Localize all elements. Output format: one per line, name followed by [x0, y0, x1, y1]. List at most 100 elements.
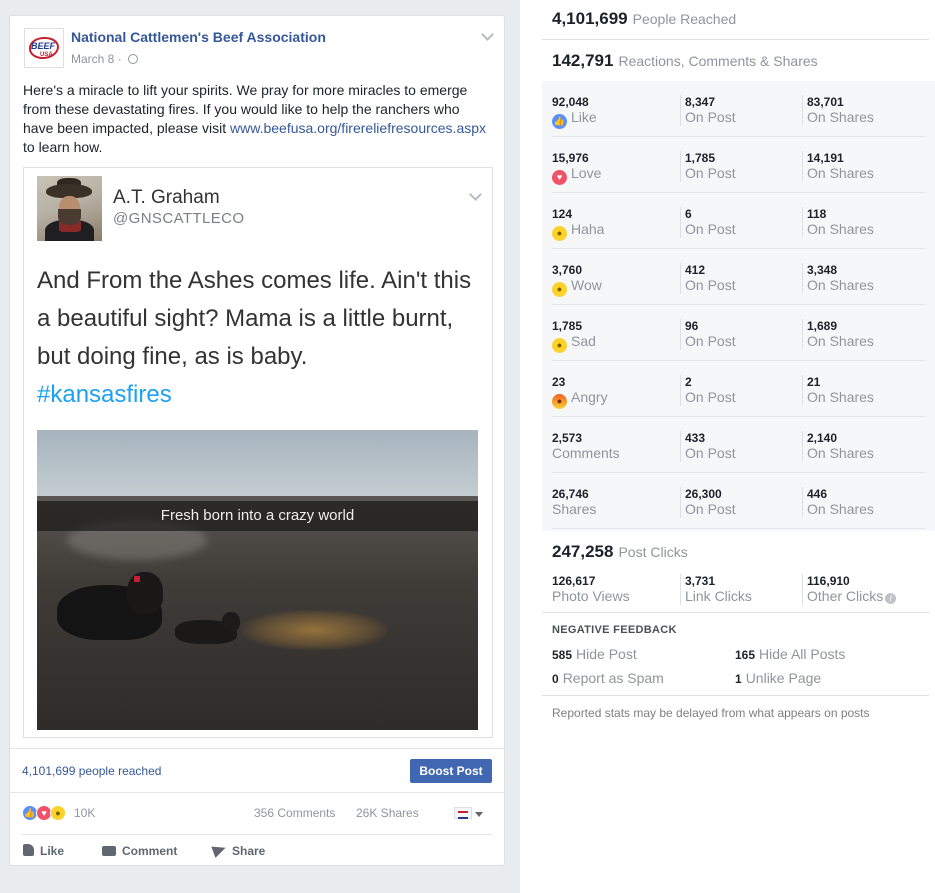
love-reaction-icon: ♥	[552, 170, 567, 185]
post-options-chevron-icon[interactable]	[481, 28, 494, 41]
angry-reaction-icon: ●	[552, 394, 567, 409]
reactions-count[interactable]: 10K	[74, 805, 95, 821]
on-post-value: 1,785	[685, 151, 716, 165]
share-button-label: Share	[232, 844, 266, 858]
reaction-icons[interactable]: 👍 ♥ ●	[22, 805, 74, 821]
post-as-flag-icon[interactable]	[454, 807, 472, 819]
info-icon[interactable]: i	[885, 593, 897, 604]
other-clicks-label: Other Clicks	[807, 588, 884, 604]
report-spam-label: Report as Spam	[562, 670, 664, 686]
metric-name: Sad	[571, 333, 596, 349]
total-value: 92,048	[552, 95, 589, 109]
post-date[interactable]: March 8	[71, 52, 114, 66]
on-shares-stat: 3,348 On Shares	[802, 263, 874, 294]
comments-count[interactable]: 356 Comments	[254, 805, 335, 821]
logo-subtext: USA	[40, 52, 53, 58]
globe-icon	[128, 54, 139, 64]
metric-name: Angry	[571, 389, 608, 405]
on-shares-value: 21	[807, 375, 821, 389]
total-label: ● Wow	[552, 277, 602, 297]
people-reached-stat: 4,101,699 People Reached	[552, 9, 736, 29]
total-stat: 3,760 ● Wow	[552, 263, 602, 297]
on-post-label: On Post	[685, 389, 736, 405]
breakdown-row-love: 15,976 ♥ Love 1,785 On Post 14,191 On Shares	[542, 137, 935, 193]
breakdown-row-comments: 2,573 Comments 433 On Post 2,140 On Shares	[542, 417, 935, 473]
breakdown-row-angry: 23 ● Angry 2 On Post 21 On Shares	[542, 361, 935, 417]
on-post-stat: 2 On Post	[680, 375, 736, 406]
total-value: 2,573	[552, 431, 583, 445]
breakdown-row-haha: 124 ● Haha 6 On Post 118 On Shares	[542, 193, 935, 249]
on-post-label: On Post	[685, 221, 736, 237]
caption-text-end: to learn how.	[23, 139, 103, 155]
engagement-value: 142,791	[552, 51, 614, 70]
on-post-value: 433	[685, 431, 706, 445]
on-shares-stat: 14,191 On Shares	[802, 151, 874, 182]
link-clicks-stat: 3,731 Link Clicks	[680, 574, 752, 605]
on-post-label: On Post	[685, 109, 736, 125]
on-post-value: 2	[685, 375, 692, 389]
shares-count[interactable]: 26K Shares	[356, 805, 419, 821]
total-stat: 2,573 Comments	[552, 431, 620, 462]
on-shares-label: On Shares	[807, 501, 874, 517]
photo-cow-head	[127, 572, 163, 614]
post-card: BEEF USA National Cattlemen's Beef Assoc…	[9, 15, 505, 866]
page-name-link[interactable]: National Cattlemen's Beef Association	[71, 29, 326, 45]
like-button-label: Like	[40, 844, 65, 858]
share-button[interactable]: Share	[211, 842, 266, 859]
on-post-label: On Post	[685, 277, 736, 293]
share-arrow-icon	[211, 842, 228, 858]
caption-link[interactable]: www.beefusa.org/firereliefresources.aspx	[230, 120, 486, 136]
on-shares-stat: 118 On Shares	[802, 207, 874, 238]
on-shares-value: 14,191	[807, 151, 844, 165]
author-name[interactable]: A.T. Graham	[113, 187, 220, 209]
other-clicks-label-wrap: Other Clicks i	[807, 588, 897, 605]
post-meta: March 8 ·	[71, 52, 139, 66]
tweet-hashtag[interactable]: #kansasfires	[37, 376, 477, 414]
photo-hay-patch	[242, 610, 387, 650]
on-post-value: 412	[685, 263, 706, 277]
link-clicks-label: Link Clicks	[685, 588, 752, 604]
insights-panel: 4,101,699 People Reached 142,791 Reactions…	[520, 0, 935, 893]
post-as-dropdown-icon[interactable]	[475, 812, 483, 817]
on-shares-stat: 2,140 On Shares	[802, 431, 874, 462]
divider	[542, 39, 929, 40]
divider	[542, 695, 929, 696]
people-reached-link[interactable]: 4,101,699 people reached	[22, 764, 161, 778]
boost-post-button[interactable]: Boost Post	[410, 759, 492, 783]
total-stat: 26,746 Shares	[552, 487, 596, 518]
total-label: ● Haha	[552, 221, 604, 241]
unlike-page-value: 1	[735, 672, 742, 686]
hide-post-label: Hide Post	[576, 646, 637, 662]
post-clicks-value: 247,258	[552, 542, 614, 561]
report-spam-value: 0	[552, 672, 559, 686]
page-logo[interactable]: BEEF USA	[24, 28, 64, 68]
wow-reaction-icon: ●	[552, 282, 567, 297]
metric-name: Love	[571, 165, 602, 181]
author-avatar[interactable]	[37, 176, 102, 241]
on-post-stat: 8,347 On Post	[680, 95, 736, 126]
on-shares-label: On Shares	[807, 333, 874, 349]
total-value: 1,785	[552, 319, 583, 333]
total-stat: 23 ● Angry	[552, 375, 608, 409]
photo-ear-tag	[134, 576, 140, 582]
haha-reaction-icon: ●	[552, 226, 567, 241]
total-label: ♥ Love	[552, 165, 601, 185]
embed-chevron-down-icon[interactable]	[469, 188, 482, 201]
hide-all-posts-label: Hide All Posts	[759, 646, 846, 662]
on-post-label: On Post	[685, 165, 736, 181]
like-button[interactable]: Like	[23, 843, 64, 859]
tweet-photo[interactable]: Fresh born into a crazy world	[37, 430, 478, 730]
on-shares-label: On Shares	[807, 165, 874, 181]
hide-all-posts-stat: 165 Hide All Posts	[735, 646, 845, 662]
photo-sky	[37, 430, 478, 500]
photo-caption-text: Fresh born into a crazy world	[160, 507, 355, 524]
comment-button-label: Comment	[122, 844, 178, 858]
on-post-stat: 412 On Post	[680, 263, 736, 294]
on-shares-value: 83,701	[807, 95, 844, 109]
embedded-tweet[interactable]: A.T. Graham @GNSCATTLECO And From the As…	[23, 167, 493, 738]
author-handle[interactable]: @GNSCATTLECO	[113, 210, 244, 227]
link-clicks-value: 3,731	[685, 574, 716, 588]
sad-reaction-icon: ●	[552, 338, 567, 353]
comment-button[interactable]: Comment	[102, 843, 177, 859]
total-stat: 124 ● Haha	[552, 207, 604, 241]
